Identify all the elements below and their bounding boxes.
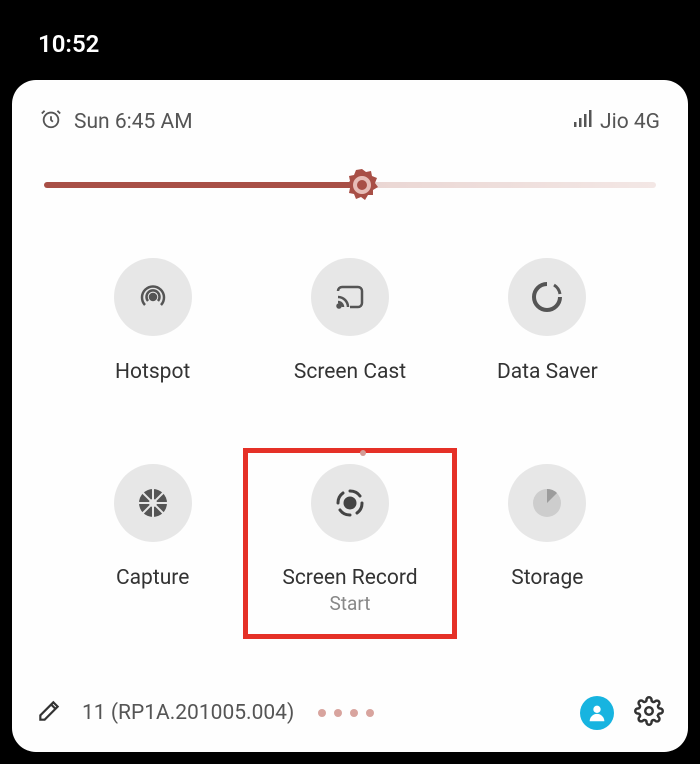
signal-icon bbox=[572, 109, 592, 135]
page-indicator[interactable] bbox=[318, 709, 374, 717]
device-clock: 10:52 bbox=[38, 30, 99, 58]
user-avatar-icon[interactable] bbox=[580, 696, 614, 730]
highlight-box bbox=[243, 448, 456, 639]
status-bar: Sun 6:45 AM Jio 4G bbox=[36, 108, 664, 136]
recording-indicator-dot bbox=[360, 450, 366, 456]
hotspot-icon bbox=[114, 258, 192, 336]
quick-tiles-grid: Hotspot Screen Cast Data Saver bbox=[54, 258, 646, 615]
tile-label: Data Saver bbox=[497, 360, 598, 384]
alarm-icon bbox=[40, 108, 62, 136]
tile-label: Hotspot bbox=[115, 360, 190, 384]
quick-settings-panel: Sun 6:45 AM Jio 4G bbox=[12, 80, 688, 752]
edit-icon[interactable] bbox=[36, 698, 62, 728]
alarm-time: Sun 6:45 AM bbox=[74, 110, 193, 134]
brightness-slider[interactable] bbox=[44, 182, 656, 188]
capture-icon bbox=[114, 464, 192, 542]
tile-storage[interactable]: Storage bbox=[449, 464, 646, 615]
tile-hotspot[interactable]: Hotspot bbox=[54, 258, 251, 384]
cast-icon bbox=[311, 258, 389, 336]
tile-label: Capture bbox=[116, 566, 189, 590]
tile-label: Storage bbox=[511, 566, 583, 590]
tile-label: Screen Cast bbox=[294, 360, 406, 384]
brightness-thumb-icon[interactable] bbox=[343, 166, 381, 204]
tile-data-saver[interactable]: Data Saver bbox=[449, 258, 646, 384]
tile-screen-record[interactable]: Screen Record Start bbox=[251, 464, 448, 615]
carrier-label: Jio 4G bbox=[600, 110, 660, 134]
tile-capture[interactable]: Capture bbox=[54, 464, 251, 615]
storage-icon bbox=[508, 464, 586, 542]
data-saver-icon bbox=[508, 258, 586, 336]
settings-icon[interactable] bbox=[634, 696, 664, 730]
panel-footer: 11 (RP1A.201005.004) bbox=[36, 696, 664, 730]
build-version: 11 (RP1A.201005.004) bbox=[82, 701, 294, 725]
tile-screen-cast[interactable]: Screen Cast bbox=[251, 258, 448, 384]
